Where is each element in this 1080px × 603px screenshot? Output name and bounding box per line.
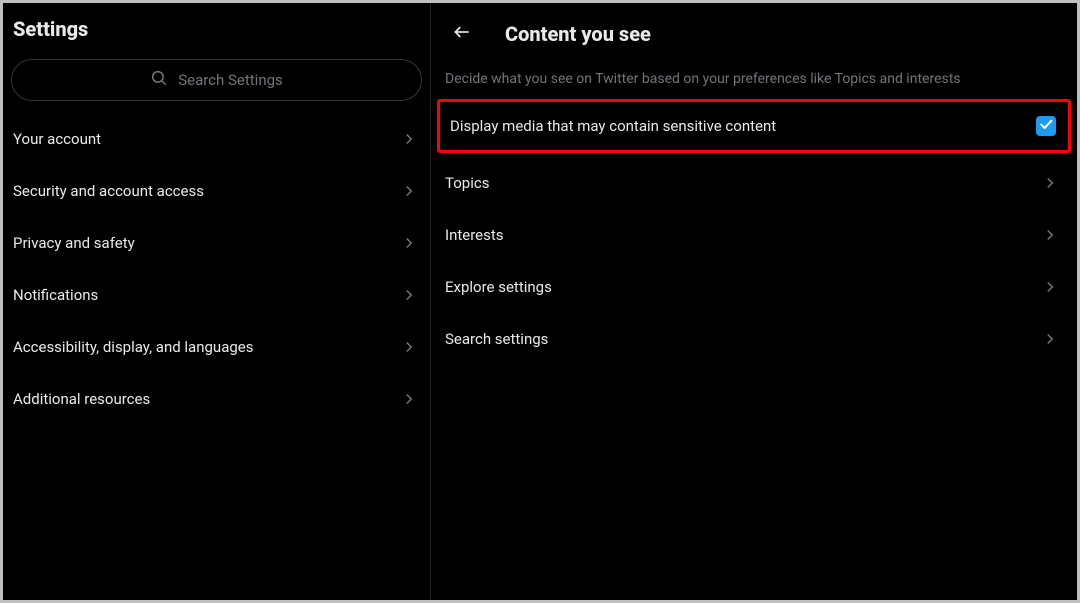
settings-sidebar: Settings Search Settings Your account Se… xyxy=(3,3,431,600)
chevron-right-icon xyxy=(400,234,418,252)
chevron-right-icon xyxy=(400,182,418,200)
check-icon xyxy=(1038,116,1054,136)
sidebar-item-notifications[interactable]: Notifications xyxy=(3,269,430,321)
row-label: Interests xyxy=(445,226,504,244)
row-interests[interactable]: Interests xyxy=(431,209,1077,261)
row-label: Display media that may contain sensitive… xyxy=(450,117,776,135)
back-button[interactable] xyxy=(445,17,479,51)
search-placeholder: Search Settings xyxy=(178,71,283,89)
sidebar-item-accessibility-display-and-languages[interactable]: Accessibility, display, and languages xyxy=(3,321,430,373)
sensitive-media-checkbox[interactable] xyxy=(1036,116,1056,136)
sidebar-item-privacy-and-safety[interactable]: Privacy and safety xyxy=(3,217,430,269)
main-header: Content you see xyxy=(431,3,1077,57)
chevron-right-icon xyxy=(1041,278,1059,296)
chevron-right-icon xyxy=(400,130,418,148)
sidebar-item-label: Security and account access xyxy=(13,182,204,200)
row-label: Topics xyxy=(445,174,489,192)
search-wrap: Search Settings xyxy=(3,59,430,113)
content-settings-list: Display media that may contain sensitive… xyxy=(431,97,1077,365)
app-frame: Settings Search Settings Your account Se… xyxy=(3,3,1077,600)
row-display-sensitive-media[interactable]: Display media that may contain sensitive… xyxy=(437,99,1071,153)
row-label: Search settings xyxy=(445,330,548,348)
row-topics[interactable]: Topics xyxy=(431,157,1077,209)
chevron-right-icon xyxy=(400,338,418,356)
settings-title: Settings xyxy=(3,3,430,59)
sidebar-item-your-account[interactable]: Your account xyxy=(3,113,430,165)
chevron-right-icon xyxy=(400,390,418,408)
content-you-see-panel: Content you see Decide what you see on T… xyxy=(431,3,1077,600)
chevron-right-icon xyxy=(1041,226,1059,244)
page-title: Content you see xyxy=(505,22,651,46)
row-explore-settings[interactable]: Explore settings xyxy=(431,261,1077,313)
search-icon xyxy=(150,69,168,91)
sidebar-item-label: Additional resources xyxy=(13,390,150,408)
sidebar-item-label: Privacy and safety xyxy=(13,234,135,252)
sidebar-item-label: Notifications xyxy=(13,286,98,304)
sidebar-item-additional-resources[interactable]: Additional resources xyxy=(3,373,430,425)
page-subtitle: Decide what you see on Twitter based on … xyxy=(431,57,1077,97)
search-settings-input[interactable]: Search Settings xyxy=(11,59,422,101)
chevron-right-icon xyxy=(400,286,418,304)
chevron-right-icon xyxy=(1041,330,1059,348)
chevron-right-icon xyxy=(1041,174,1059,192)
arrow-left-icon xyxy=(452,22,472,46)
sidebar-list: Your account Security and account access… xyxy=(3,113,430,425)
row-label: Explore settings xyxy=(445,278,552,296)
sidebar-item-security-and-account-access[interactable]: Security and account access xyxy=(3,165,430,217)
row-search-settings[interactable]: Search settings xyxy=(431,313,1077,365)
sidebar-item-label: Accessibility, display, and languages xyxy=(13,338,253,356)
sidebar-item-label: Your account xyxy=(13,130,101,148)
